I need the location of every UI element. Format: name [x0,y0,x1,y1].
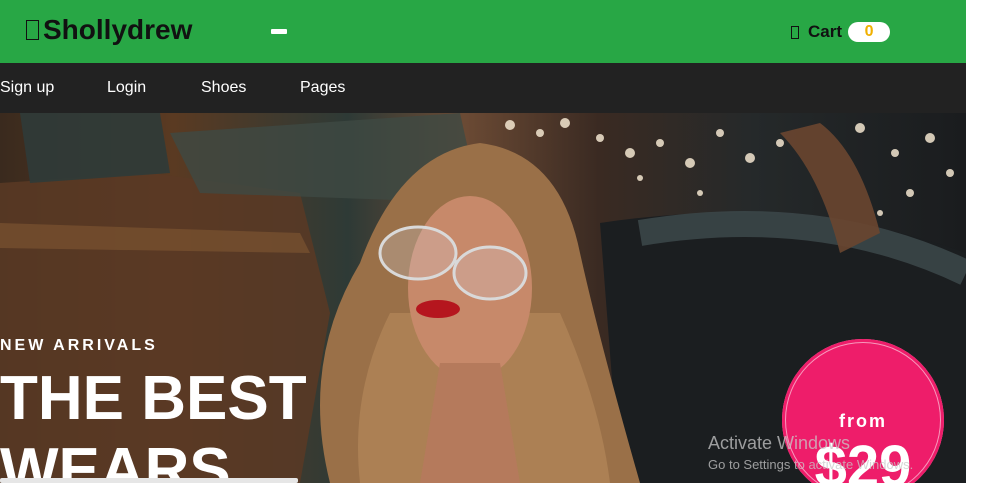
main-nav: Sign up Login Shoes Pages [0,63,966,113]
nav-item-shoes[interactable]: Shoes [201,79,246,97]
nav-item-sign-up[interactable]: Sign up [0,79,54,97]
brand-name: Shollydrew [43,14,193,45]
menu-toggle-icon[interactable] [271,29,287,34]
brand-link[interactable]: Shollydrew [26,14,192,46]
horizontal-scrollbar[interactable] [0,478,298,483]
price-value: $29 [814,434,912,483]
nav-item-login[interactable]: Login [107,79,146,97]
top-header: Shollydrew Cart 0 [0,0,966,63]
price-from-label: from [839,411,887,431]
cart-icon [791,25,799,39]
cart-label: Cart [808,22,843,41]
page: Shollydrew Cart 0 Sign up Login Shoes Pa… [0,0,1006,483]
cart-button[interactable]: Cart 0 [791,22,891,42]
hero-banner: NEW ARRIVALS THE BEST WEARS from $29 [0,113,966,483]
brand-icon [26,20,39,40]
hero-headline-line2: WEARS [0,436,231,483]
cart-count-badge: 0 [848,22,891,42]
hero-headline: THE BEST WEARS [0,363,307,483]
hero-eyebrow: NEW ARRIVALS [0,337,158,354]
hero-headline-line1: THE BEST [0,364,307,433]
nav-item-pages[interactable]: Pages [300,79,345,97]
